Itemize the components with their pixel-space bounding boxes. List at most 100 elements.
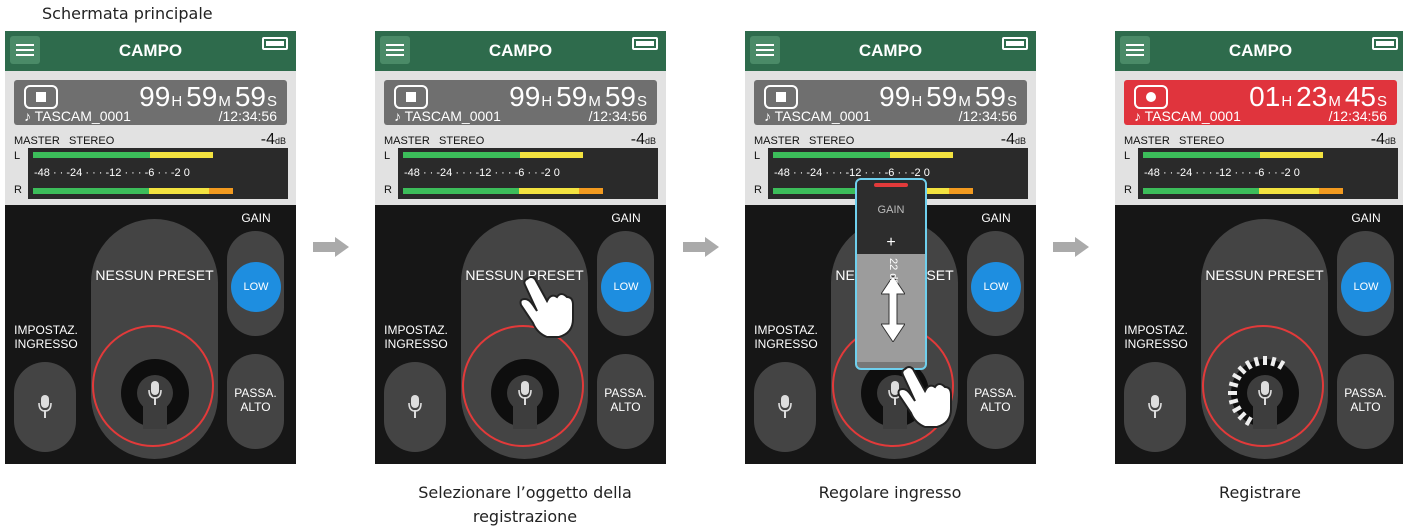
channel-l-label: L <box>14 150 21 162</box>
input-settings-button[interactable] <box>384 362 446 452</box>
gain-low-button[interactable]: LOW <box>231 262 281 312</box>
channel-r-label: R <box>14 184 22 196</box>
touch-hand-icon <box>519 276 574 338</box>
meter-bar-r <box>1143 188 1343 194</box>
title-bar: CAMPO <box>375 31 666 71</box>
input-level-knob[interactable] <box>491 359 559 429</box>
recorder-screen-3: CAMPO 99H 59M 59S ♪ TASCAM_0001 /12:34:56 … <box>745 31 1036 464</box>
input-level-knob[interactable] <box>121 359 189 429</box>
arrow-right-icon <box>313 237 349 257</box>
transport-display: 99H 59M 59S ♪ TASCAM_0001 /12:34:56 <box>754 80 1027 125</box>
arrow-right-icon <box>1053 237 1089 257</box>
master-level: -4dB <box>1370 131 1396 148</box>
title-bar: CAMPO <box>1115 31 1403 71</box>
input-settings-button[interactable] <box>1124 362 1186 452</box>
screen-title: CAMPO <box>488 41 553 60</box>
mic-icon <box>518 381 532 405</box>
preset-label: NESSUN PRESET <box>95 267 214 283</box>
status-panel: 01H 23M 45S ♪ TASCAM_0001 /12:34:56 MASTER… <box>1115 71 1403 205</box>
screen-title: CAMPO <box>1228 41 1293 60</box>
highpass-label: PASSA. ALTO <box>604 386 647 414</box>
control-panel: NESSUN PRESET GAIN LOW IMPOSTAZ.INGRESSO… <box>5 205 296 464</box>
battery-icon <box>1002 37 1028 50</box>
recording-level-ticks <box>1228 356 1286 427</box>
preset-label: NESSUN PRESET <box>1205 267 1324 283</box>
master-level: -4dB <box>630 131 656 148</box>
file-name: ♪ TASCAM_0001 <box>764 108 871 124</box>
mic-icon <box>408 395 422 418</box>
channel-r-label: R <box>754 184 762 196</box>
input-settings-label: IMPOSTAZ. INGRESSO <box>14 323 78 351</box>
channel-r-label: R <box>1124 184 1132 196</box>
total-time: /12:34:56 <box>588 108 647 124</box>
battery-icon <box>632 37 658 50</box>
track-info: MASTER STEREO <box>1124 135 1225 147</box>
file-name: ♪ TASCAM_0001 <box>1134 108 1241 124</box>
total-time: /12:34:56 <box>218 108 277 124</box>
meter-scale: -48 · · -24 · · · -12 · · · -6 · · -2 0 <box>404 167 560 179</box>
popup-plus: + <box>886 234 896 251</box>
transport-display: 99H 59M 59S ♪ TASCAM_0001 /12:34:56 <box>384 80 657 125</box>
gain-low-button[interactable]: LOW <box>1341 262 1391 312</box>
mic-icon <box>1148 395 1162 418</box>
mic-icon <box>38 395 52 418</box>
meter-bar-l <box>1143 152 1323 158</box>
meter-bar-l <box>33 152 213 158</box>
meter-scale: -48 · · -24 · · · -12 · · · -6 · · -2 0 <box>34 167 190 179</box>
title-bar: CAMPO <box>5 31 296 71</box>
gain-low-button[interactable]: LOW <box>601 262 651 312</box>
popup-gain-value: 22 dB <box>887 258 899 287</box>
gain-low-button[interactable]: LOW <box>971 262 1021 312</box>
control-panel: NESSUN PRESET GAIN LOW IMPOSTAZ.INGRESSO… <box>745 178 1036 464</box>
highpass-label: PASSA. ALTO <box>1344 386 1387 414</box>
gain-popup[interactable]: GAIN +22 dB <box>855 178 927 370</box>
master-level: -4dB <box>1000 131 1026 148</box>
meter-bar-l <box>773 152 953 158</box>
file-name: ♪ TASCAM_0001 <box>394 108 501 124</box>
control-panel: NESSUN PRESET GAIN LOW IMPOSTAZ.INGRESSO… <box>375 205 666 464</box>
level-meter: -48 · · -24 · · · -12 · · · -6 · · -2 0 <box>398 148 658 199</box>
status-panel: 99H 59M 59S ♪ TASCAM_0001 /12:34:56 MASTER… <box>375 71 666 205</box>
highpass-label: PASSA. ALTO <box>234 386 277 414</box>
input-settings-button[interactable] <box>14 362 76 452</box>
track-info: MASTER STEREO <box>384 135 485 147</box>
input-settings-button[interactable] <box>754 362 816 452</box>
stop-icon <box>24 85 58 109</box>
step4-caption: Registrare <box>1219 483 1301 502</box>
level-meter: -48 · · -24 · · · -12 · · · -6 · · -2 0 <box>1138 148 1398 199</box>
battery-icon <box>1372 37 1398 50</box>
total-time: /12:34:56 <box>1328 108 1387 124</box>
file-name: ♪ TASCAM_0001 <box>24 108 131 124</box>
battery-icon <box>262 37 288 50</box>
record-icon <box>1134 85 1168 109</box>
channel-l-label: L <box>384 150 391 162</box>
level-meter: -48 · · -24 · · · -12 · · · -6 · · -2 0 <box>28 148 288 199</box>
gain-label: GAIN <box>241 211 271 225</box>
stop-icon <box>764 85 798 109</box>
step2-caption-line2: registrazione <box>472 507 578 526</box>
input-settings-label: IMPOSTAZ. INGRESSO <box>754 323 818 351</box>
meter-bar-l <box>403 152 583 158</box>
channel-l-label: L <box>754 150 761 162</box>
input-settings-label: IMPOSTAZ. INGRESSO <box>384 323 448 351</box>
mic-icon <box>778 395 792 418</box>
track-info: MASTER STEREO <box>754 135 855 147</box>
screen-title: CAMPO <box>118 41 183 60</box>
status-panel: 99H 59M 59S ♪ TASCAM_0001 /12:34:56 MASTER… <box>5 71 296 205</box>
recorder-screen-2: CAMPO 99H 59M 59S ♪ TASCAM_0001 /12:34:56 … <box>375 31 666 464</box>
input-settings-label: IMPOSTAZ. INGRESSO <box>1124 323 1188 351</box>
gain-label: GAIN <box>611 211 641 225</box>
total-time: /12:34:56 <box>958 108 1017 124</box>
step3-caption: Regolare ingresso <box>818 483 962 502</box>
transport-display: 01H 23M 45S ♪ TASCAM_0001 /12:34:56 <box>1124 80 1397 125</box>
stop-icon <box>394 85 428 109</box>
step2-caption: Selezionare l’oggetto della registrazion… <box>380 481 670 529</box>
highpass-label: PASSA. ALTO <box>974 386 1017 414</box>
gain-label: GAIN <box>1351 211 1381 225</box>
channel-r-label: R <box>384 184 392 196</box>
transport-display: 99H 59M 59S ♪ TASCAM_0001 /12:34:56 <box>14 80 287 125</box>
step2-caption-line1: Selezionare l’oggetto della <box>418 483 632 502</box>
arrow-right-icon <box>683 237 719 257</box>
master-level: -4dB <box>260 131 286 148</box>
meter-bar-r <box>403 188 603 194</box>
